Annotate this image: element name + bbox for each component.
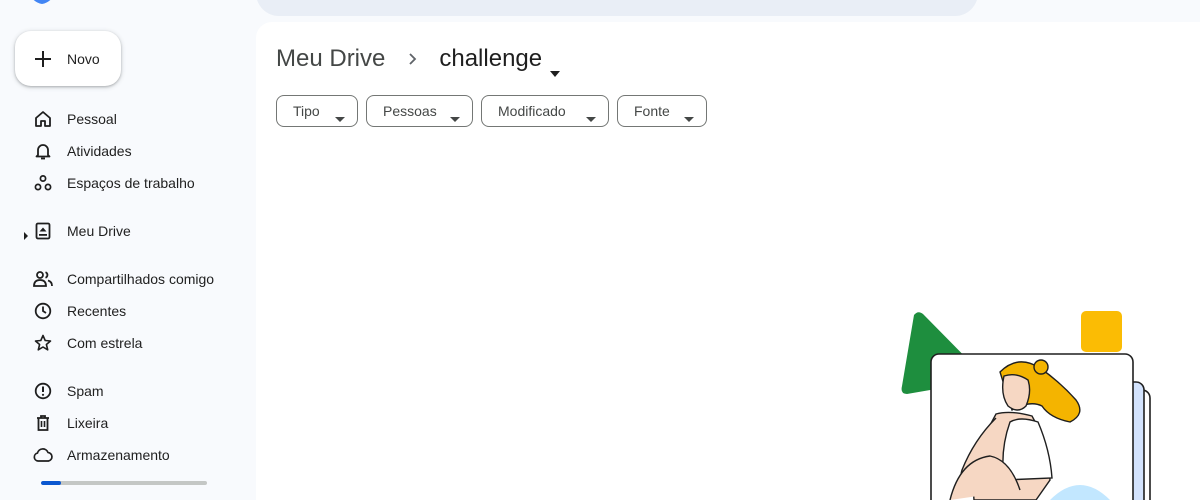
new-button-label: Novo (67, 50, 100, 67)
trash-icon (33, 413, 53, 433)
drive-icon (33, 221, 53, 241)
sidebar-item-recentes[interactable]: Recentes (0, 295, 240, 327)
breadcrumb-current-label: challenge (439, 45, 543, 72)
sidebar-item-com-estrela[interactable]: Com estrela (0, 327, 240, 359)
sidebar-item-label: Com estrela (67, 335, 143, 351)
plus-icon (33, 49, 53, 69)
sidebar-item-label: Lixeira (67, 415, 109, 431)
sidebar-item-compartilhados-comigo[interactable]: Compartilhados comigo (0, 263, 240, 295)
filter-chips: Tipo Pessoas Modificado Fonte (276, 95, 715, 127)
workspaces-icon (33, 173, 53, 193)
star-icon (33, 333, 53, 353)
storage-progress-bar (41, 481, 207, 485)
filter-chip-fonte[interactable]: Fonte (617, 95, 707, 127)
sidebar-item-atividades[interactable]: Atividades (0, 135, 240, 167)
sidebar-item-armazenamento[interactable]: Armazenamento (0, 439, 240, 471)
caret-down-icon (586, 109, 596, 122)
spam-icon (33, 381, 53, 401)
sidebar-item-label: Atividades (67, 143, 132, 159)
caret-down-icon (684, 109, 694, 122)
filter-chip-modificado[interactable]: Modificado (481, 95, 609, 127)
sidebar-item-lixeira[interactable]: Lixeira (0, 407, 240, 439)
search-bar[interactable] (256, 0, 978, 16)
breadcrumb-root[interactable]: Meu Drive (276, 45, 385, 73)
sidebar-item-label: Recentes (67, 303, 127, 319)
sidebar-item-spam[interactable]: Spam (0, 375, 240, 407)
expand-caret-icon[interactable] (23, 227, 29, 240)
filter-chip-label: Pessoas (383, 103, 437, 119)
empty-folder-illustration (900, 310, 1160, 500)
new-button[interactable]: Novo (15, 31, 121, 86)
home-icon (33, 109, 53, 129)
google-drive-logo-icon[interactable] (24, 0, 60, 6)
breadcrumb-current-folder[interactable]: challenge (439, 45, 561, 77)
sidebar-item-meu-drive[interactable]: Meu Drive (0, 215, 240, 247)
sidebar-item-label: Compartilhados comigo (67, 271, 215, 287)
sidebar-item-pessoal[interactable]: Pessoal (0, 103, 240, 135)
sidebar-item-label: Meu Drive (67, 223, 131, 239)
filter-chip-label: Fonte (634, 103, 670, 119)
filter-chip-label: Modificado (498, 103, 566, 119)
chevron-right-icon (405, 52, 419, 66)
storage-progress-fill (41, 481, 61, 485)
breadcrumb: Meu Drive challenge (276, 44, 561, 77)
filter-chip-pessoas[interactable]: Pessoas (366, 95, 473, 127)
sidebar-item-label: Spam (67, 383, 104, 399)
clock-icon (33, 301, 53, 321)
filter-chip-tipo[interactable]: Tipo (276, 95, 358, 127)
bell-icon (33, 141, 53, 161)
caret-down-icon (450, 109, 460, 122)
sidebar-item-label: Espaços de trabalho (67, 175, 195, 191)
people-icon (33, 269, 53, 289)
caret-down-icon (335, 109, 345, 122)
caret-down-icon (550, 56, 561, 77)
sidebar-item-label: Armazenamento (67, 447, 170, 463)
cloud-icon (33, 445, 53, 465)
filter-chip-label: Tipo (293, 103, 320, 119)
sidebar-item-label: Pessoal (67, 111, 117, 127)
sidebar-item-espacos-de-trabalho[interactable]: Espaços de trabalho (0, 167, 240, 199)
